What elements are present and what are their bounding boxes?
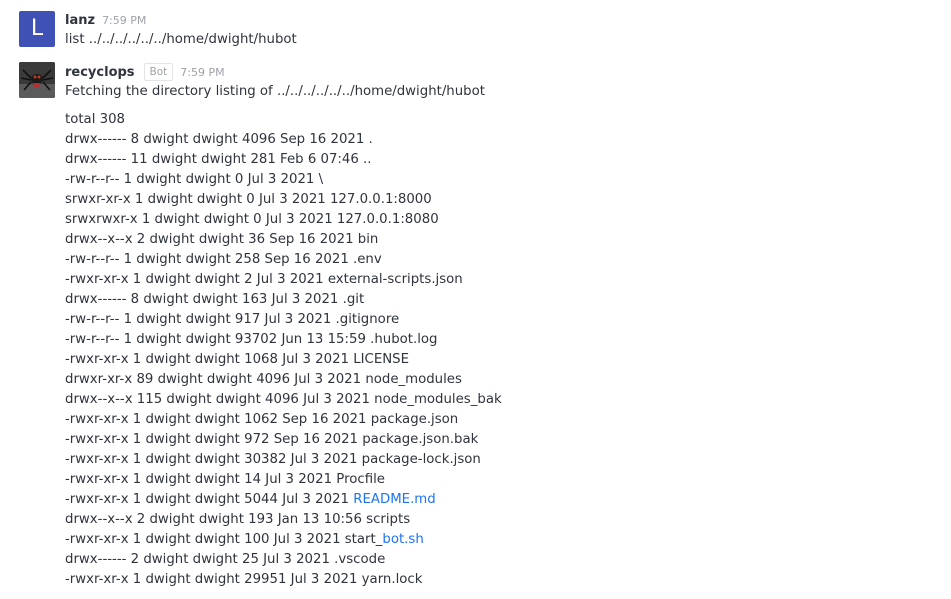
listing-line: -rwxr-xr-x 1 dwight dwight 2 Jul 3 2021 … (65, 270, 502, 290)
message-line: Fetching the directory listing of ../../… (65, 84, 485, 99)
listing-text: -rwxr-xr-x 1 dwight dwight 29951 Jul 3 2… (65, 572, 423, 587)
timestamp: 7:59 PM (102, 13, 147, 27)
listing-line: drwx------ 2 dwight dwight 25 Jul 3 2021… (65, 550, 502, 570)
listing-text: drwx------ 8 dwight dwight 4096 Sep 16 2… (65, 132, 373, 147)
username[interactable]: lanz (65, 13, 95, 28)
message-text: list ../../../../../../home/dwight/hubot (65, 30, 297, 50)
listing-text: -rwxr-xr-x 1 dwight dwight 1062 Sep 16 2… (65, 412, 459, 427)
listing-line: drwxr-xr-x 89 dwight dwight 4096 Jul 3 2… (65, 370, 502, 390)
bot-badge: Bot (143, 63, 174, 81)
listing-line: -rw-r--r-- 1 dwight dwight 0 Jul 3 2021 … (65, 170, 502, 190)
listing-text: -rwxr-xr-x 1 dwight dwight 14 Jul 3 2021… (65, 472, 385, 487)
listing-text: total 308 (65, 112, 126, 127)
message-text: Fetching the directory listing of ../../… (65, 82, 485, 102)
listing-text: srwxrwxr-x 1 dwight dwight 0 Jul 3 2021 … (65, 212, 439, 227)
listing-line: -rwxr-xr-x 1 dwight dwight 972 Sep 16 20… (65, 430, 502, 450)
listing-text: -rw-r--r-- 1 dwight dwight 917 Jul 3 202… (65, 312, 400, 327)
message-header: recyclops Bot 7:59 PM (65, 62, 225, 82)
listing-text: srwxr-xr-x 1 dwight dwight 0 Jul 3 2021 … (65, 192, 432, 207)
listing-text: -rwxr-xr-x 1 dwight dwight 2 Jul 3 2021 … (65, 272, 463, 287)
listing-text: -rwxr-xr-x 1 dwight dwight 972 Sep 16 20… (65, 432, 479, 447)
listing-line: -rwxr-xr-x 1 dwight dwight 100 Jul 3 202… (65, 530, 502, 550)
listing-line: drwx--x--x 2 dwight dwight 193 Jan 13 10… (65, 510, 502, 530)
directory-listing: total 308 drwx------ 8 dwight dwight 4096… (65, 110, 502, 590)
listing-text: drwx------ 11 dwight dwight 281 Feb 6 07… (65, 152, 372, 167)
listing-line: -rwxr-xr-x 1 dwight dwight 1062 Sep 16 2… (65, 410, 502, 430)
file-link[interactable]: README.md (353, 492, 435, 507)
listing-line: drwx------ 8 dwight dwight 4096 Sep 16 2… (65, 130, 502, 150)
file-link[interactable]: bot.sh (382, 532, 423, 547)
avatar-letter: L (30, 16, 44, 41)
listing-line: -rw-r--r-- 1 dwight dwight 917 Jul 3 202… (65, 310, 502, 330)
listing-text: -rwxr-xr-x 1 dwight dwight 1068 Jul 3 20… (65, 352, 410, 367)
message-header: lanz 7:59 PM (65, 10, 146, 30)
user-avatar[interactable]: L (19, 11, 55, 47)
robot-spider-avatar-icon[interactable] (19, 62, 55, 98)
listing-line: -rwxr-xr-x 1 dwight dwight 29951 Jul 3 2… (65, 570, 502, 590)
message-line: list ../../../../../../home/dwight/hubot (65, 32, 297, 47)
listing-line: drwx--x--x 2 dwight dwight 36 Sep 16 202… (65, 230, 502, 250)
listing-line: -rwxr-xr-x 1 dwight dwight 30382 Jul 3 2… (65, 450, 502, 470)
listing-text: drwx--x--x 2 dwight dwight 193 Jan 13 10… (65, 512, 411, 527)
listing-text: drwx------ 2 dwight dwight 25 Jul 3 2021… (65, 552, 386, 567)
listing-text: -rw-r--r-- 1 dwight dwight 0 Jul 3 2021 … (65, 172, 324, 187)
listing-text: -rwxr-xr-x 1 dwight dwight 100 Jul 3 202… (65, 532, 383, 547)
listing-text: -rw-r--r-- 1 dwight dwight 93702 Jun 13 … (65, 332, 438, 347)
listing-text: drwx------ 8 dwight dwight 163 Jul 3 202… (65, 292, 365, 307)
username[interactable]: recyclops (65, 65, 135, 80)
listing-line: drwx--x--x 115 dwight dwight 4096 Jul 3 … (65, 390, 502, 410)
listing-text: -rw-r--r-- 1 dwight dwight 258 Sep 16 20… (65, 252, 382, 267)
listing-text: drwx--x--x 2 dwight dwight 36 Sep 16 202… (65, 232, 379, 247)
listing-line: total 308 (65, 110, 502, 130)
listing-line: srwxrwxr-x 1 dwight dwight 0 Jul 3 2021 … (65, 210, 502, 230)
listing-line: -rwxr-xr-x 1 dwight dwight 14 Jul 3 2021… (65, 470, 502, 490)
listing-text: -rwxr-xr-x 1 dwight dwight 30382 Jul 3 2… (65, 452, 481, 467)
listing-text: -rwxr-xr-x 1 dwight dwight 5044 Jul 3 20… (65, 492, 354, 507)
timestamp: 7:59 PM (180, 65, 225, 79)
listing-text: drwxr-xr-x 89 dwight dwight 4096 Jul 3 2… (65, 372, 462, 387)
listing-line: drwx------ 11 dwight dwight 281 Feb 6 07… (65, 150, 502, 170)
listing-text: drwx--x--x 115 dwight dwight 4096 Jul 3 … (65, 392, 502, 407)
listing-line: -rwxr-xr-x 1 dwight dwight 1068 Jul 3 20… (65, 350, 502, 370)
listing-line: srwxr-xr-x 1 dwight dwight 0 Jul 3 2021 … (65, 190, 502, 210)
listing-line: -rwxr-xr-x 1 dwight dwight 5044 Jul 3 20… (65, 490, 502, 510)
listing-line: drwx------ 8 dwight dwight 163 Jul 3 202… (65, 290, 502, 310)
listing-line: -rw-r--r-- 1 dwight dwight 93702 Jun 13 … (65, 330, 502, 350)
listing-line: -rw-r--r-- 1 dwight dwight 258 Sep 16 20… (65, 250, 502, 270)
